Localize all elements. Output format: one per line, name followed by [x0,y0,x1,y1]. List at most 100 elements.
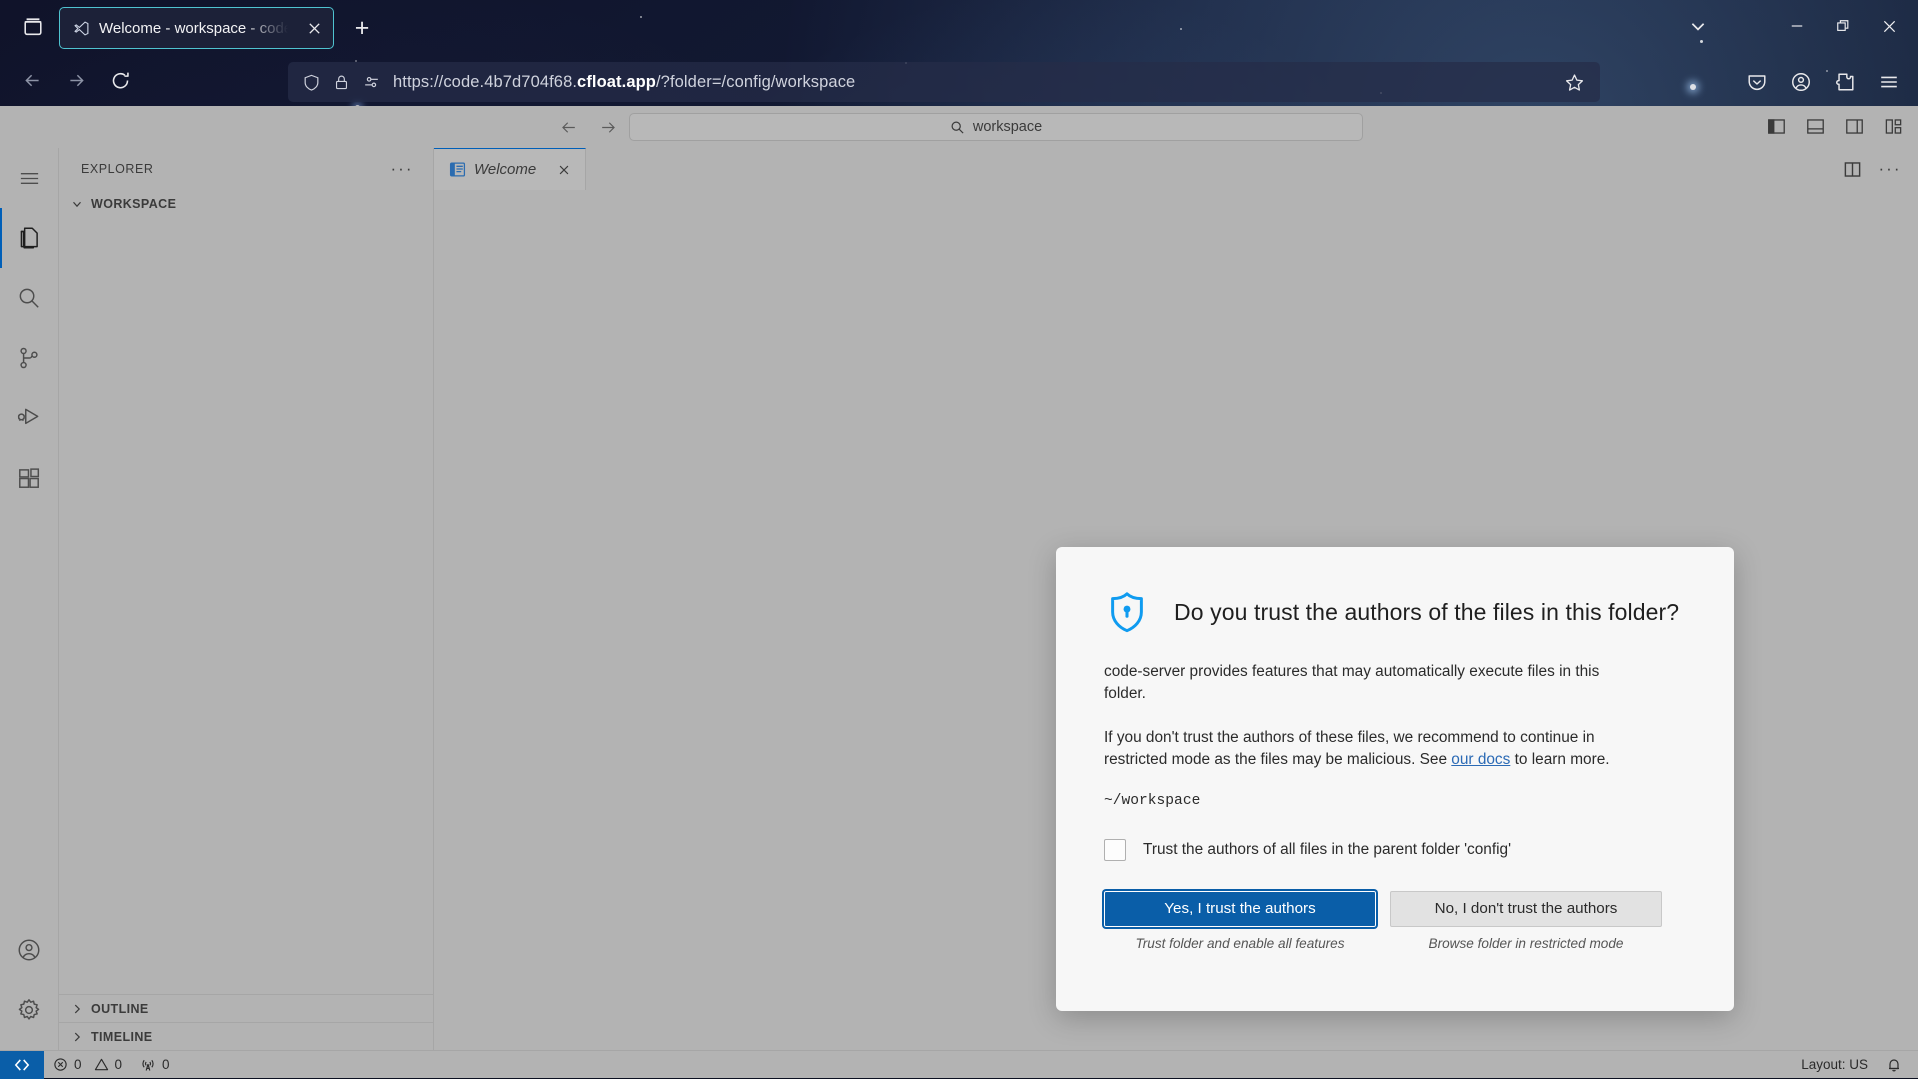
url-domain: cfloat.app [577,73,656,91]
editor-area: Welcome ··· [434,148,1918,1050]
sidebar-item-run-and-debug[interactable] [0,388,59,448]
browser-tab[interactable]: Welcome - workspace - code-se [59,7,334,49]
vscode-nav-buttons [556,115,620,139]
dialog-paragraph-2-after: to learn more. [1510,751,1609,768]
pocket-icon[interactable] [1736,62,1778,102]
window-controls [1774,6,1912,46]
dont-trust-authors-caption: Browse folder in restricted mode [1429,936,1624,951]
permissions-icon[interactable] [362,73,381,92]
file-tree[interactable] [59,218,433,994]
trust-parent-folder-row[interactable]: Trust the authors of all files in the pa… [1104,839,1686,861]
browser-toolbar-actions [1736,62,1910,102]
sidebar-item-source-control[interactable] [0,328,59,388]
chevron-down-icon[interactable] [1678,6,1718,46]
hamburger-menu-icon[interactable] [0,148,59,208]
dialog-title: Do you trust the authors of the files in… [1174,599,1679,626]
layout-controls [1765,115,1904,137]
remote-host-icon[interactable] [0,1051,44,1079]
forward-arrow-icon[interactable] [54,60,98,100]
quick-input-bar[interactable]: workspace [629,113,1363,141]
gear-icon[interactable] [0,980,59,1040]
trust-parent-label: Trust the authors of all files in the pa… [1143,841,1511,859]
shield-lock-icon [1104,589,1150,635]
trust-parent-checkbox[interactable] [1104,839,1126,861]
sidebar-item-extensions[interactable] [0,448,59,508]
split-editor-icon[interactable] [1840,157,1864,181]
account-icon[interactable] [1780,62,1822,102]
browser-tabstrip: Welcome - workspace - code-se + [0,0,1918,54]
url-prefix: https://code.4b7d704f68. [393,73,577,91]
url-text[interactable]: https://code.4b7d704f68.cfloat.app/?fold… [393,73,855,92]
sidebar-section-outline[interactable]: OUTLINE [59,994,433,1022]
sidebar-item-search[interactable] [0,268,59,328]
shield-icon[interactable] [302,73,321,92]
editor-tab-welcome[interactable]: Welcome [434,148,586,190]
error-icon [53,1057,68,1072]
sidebar-section-workspace[interactable]: WORKSPACE [59,190,433,218]
app-menu-icon[interactable] [1868,62,1910,102]
lock-icon[interactable] [333,74,350,91]
docs-link[interactable]: our docs [1451,751,1510,768]
toggle-secondary-sidebar-icon[interactable] [1843,115,1865,137]
url-bar[interactable]: https://code.4b7d704f68.cfloat.app/?fold… [288,62,1600,102]
ports-icon [140,1057,156,1073]
sidebar-section-timeline[interactable]: TIMELINE [59,1022,433,1050]
back-arrow-icon[interactable] [10,60,54,100]
close-icon[interactable] [1866,6,1912,46]
vscode-titlebar: workspace [0,106,1918,148]
toggle-panel-icon[interactable] [1804,115,1826,137]
explorer-sidebar: EXPLORER ··· WORKSPACE OUTLINE [59,148,434,1050]
editor-tab-label: Welcome [474,161,545,178]
reload-icon[interactable] [98,60,142,100]
search-icon [950,120,965,135]
customize-layout-icon[interactable] [1882,115,1904,137]
workspace-trust-dialog: Do you trust the authors of the files in… [1056,547,1734,1011]
browser-tab-title: Welcome - workspace - code-se [99,20,294,37]
sidebar-section-label: OUTLINE [91,1002,149,1016]
activity-bar [0,148,59,1050]
close-icon[interactable] [303,17,325,39]
status-bar-right: Layout: US [1792,1051,1918,1079]
more-actions-icon[interactable]: ··· [389,156,415,182]
maximize-icon[interactable] [1820,6,1866,46]
chevron-right-icon [69,1029,85,1045]
dont-trust-button-group: No, I don't trust the authors Browse fol… [1390,891,1662,951]
sidebar-item-explorer[interactable] [0,208,59,268]
error-count: 0 [74,1057,82,1072]
dialog-paragraph-2: If you don't trust the authors of these … [1104,727,1634,771]
keyboard-layout-status[interactable]: Layout: US [1792,1051,1877,1079]
vscode-favicon [72,19,90,37]
vscode-body: EXPLORER ··· WORKSPACE OUTLINE [0,148,1918,1050]
dialog-paragraph-1: code-server provides features that may a… [1104,661,1634,705]
dont-trust-authors-button[interactable]: No, I don't trust the authors [1390,891,1662,927]
minimize-icon[interactable] [1774,6,1820,46]
sidebar-section-label: TIMELINE [91,1030,153,1044]
close-icon[interactable] [553,159,575,181]
trust-authors-button[interactable]: Yes, I trust the authors [1104,891,1376,927]
status-bar: 0 0 0 Layout: US [0,1050,1918,1078]
back-arrow-icon[interactable] [556,115,580,139]
sidebar-section-label: WORKSPACE [91,197,176,211]
bell-icon[interactable] [1877,1051,1918,1079]
dialog-buttons: Yes, I trust the authors Trust folder an… [1104,891,1686,951]
extensions-icon[interactable] [1824,62,1866,102]
problems-status[interactable]: 0 0 [44,1051,131,1079]
trust-button-group: Yes, I trust the authors Trust folder an… [1104,891,1376,951]
accounts-icon[interactable] [0,920,59,980]
sidebar-actions: ··· [389,156,415,182]
toggle-primary-sidebar-icon[interactable] [1765,115,1787,137]
editor-background: Do you trust the authors of the files in… [434,190,1918,1050]
page-title: EXPLORER [81,162,153,176]
forward-arrow-icon[interactable] [596,115,620,139]
trust-authors-caption: Trust folder and enable all features [1135,936,1344,951]
firefox-view-icon[interactable] [13,9,53,45]
sidebar-header: EXPLORER ··· [59,148,433,190]
star-icon[interactable] [1558,66,1590,98]
ports-status[interactable]: 0 [131,1051,179,1079]
folder-path: ~/workspace [1104,793,1686,809]
editor-tab-bar: Welcome ··· [434,148,1918,190]
more-actions-icon[interactable]: ··· [1878,157,1902,181]
new-tab-button[interactable]: + [345,12,379,44]
warning-count: 0 [115,1057,123,1072]
chevron-down-icon [69,196,85,212]
